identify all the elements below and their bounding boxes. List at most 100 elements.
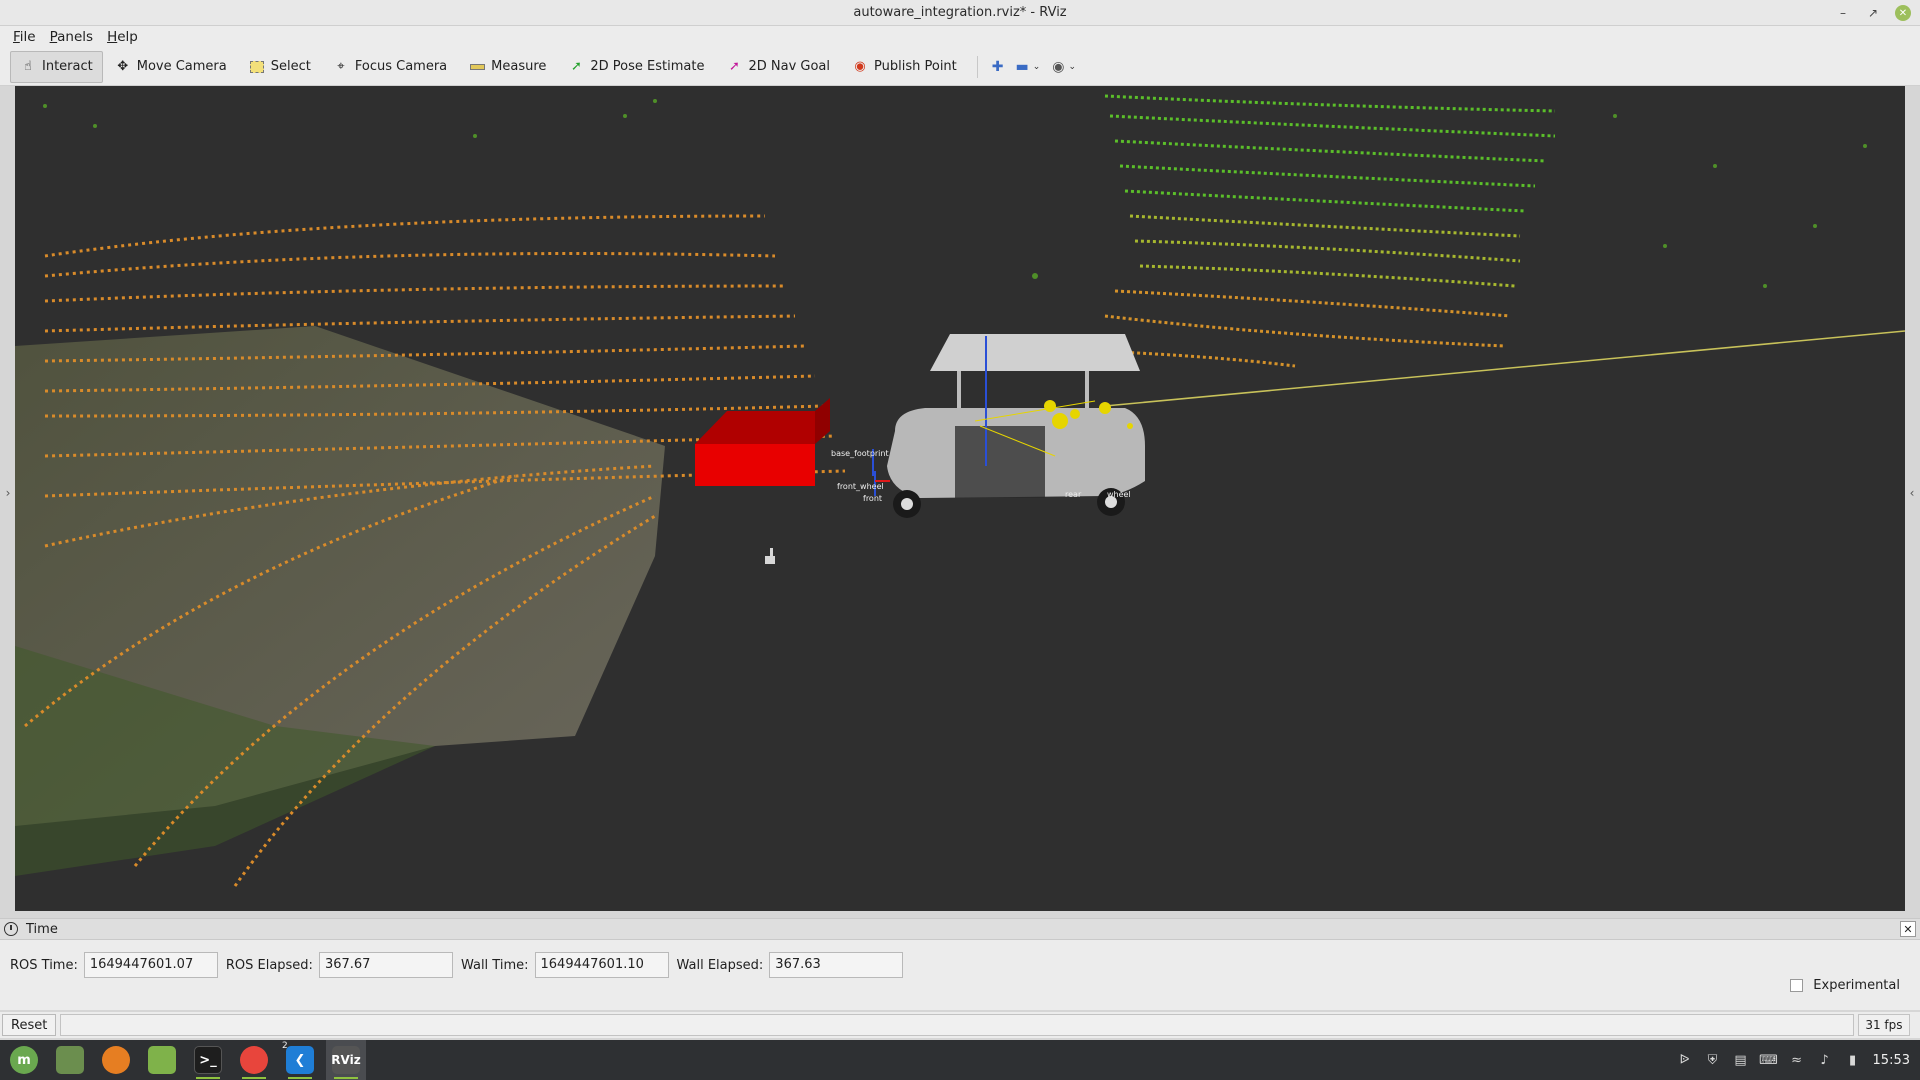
measure-tool[interactable]: Measure <box>459 51 556 83</box>
taskbar-clock[interactable]: 15:53 <box>1873 1053 1910 1068</box>
close-window-button[interactable]: ✕ <box>1890 0 1916 26</box>
interact-tool[interactable]: ☝ Interact <box>10 50 103 83</box>
window-count-badge: 2 <box>282 1041 288 1051</box>
plus-icon: ✚ <box>991 58 1004 75</box>
interact-label: Interact <box>42 59 93 74</box>
running-indicator <box>334 1077 358 1079</box>
time-fields: ROS Time: 1649447601.07 ROS Elapsed: 367… <box>0 940 1920 990</box>
running-indicator <box>196 1077 220 1079</box>
toolbar: ☝ Interact ✥ Move Camera Select ⌖ Focus … <box>0 48 1920 86</box>
render-panel: › ‹ base_footprint front_wheel front rea… <box>0 86 1920 912</box>
select-label: Select <box>270 59 311 74</box>
green-arrow-icon: ➚ <box>570 59 582 74</box>
wifi-icon[interactable]: ≈ <box>1789 1052 1805 1068</box>
tf-label-front-wheel: front_wheel <box>837 482 884 491</box>
tf-label-rear: rear <box>1065 490 1082 499</box>
toolbar-separator <box>976 55 978 78</box>
publish-point-label: Publish Point <box>874 59 957 74</box>
red-obstacle-box <box>695 398 830 486</box>
reset-button[interactable]: Reset <box>2 1014 57 1036</box>
magenta-arrow-icon: ➚ <box>729 59 740 74</box>
point-scatter <box>43 99 1867 288</box>
tf-label-base: base_footprint <box>831 449 889 458</box>
running-indicator <box>288 1077 312 1079</box>
rviz-taskbar-item[interactable]: RViz <box>326 1040 366 1080</box>
wall-time-field[interactable]: 1649447601.10 <box>534 952 669 978</box>
mint-logo-icon: m <box>10 1046 38 1074</box>
minimize-button[interactable]: – <box>1830 0 1856 26</box>
keyboard-icon[interactable]: ⌨ <box>1759 1052 1778 1068</box>
lidar-rings-right <box>1104 94 1556 213</box>
lidar-rings-right-low <box>1094 289 1511 368</box>
scene-svg <box>15 94 1905 887</box>
ros-time-label: ROS Time: <box>10 957 78 973</box>
lidar-rings-right-mid <box>1129 214 1521 288</box>
eye-icon: ◉ <box>1052 58 1065 75</box>
tf-label-front: front <box>863 494 883 503</box>
folder-icon <box>148 1046 176 1074</box>
terminal-launcher[interactable]: >_ <box>188 1040 228 1080</box>
ros-time-field[interactable]: 1649447601.07 <box>83 952 218 978</box>
experimental-label: Experimental <box>1813 978 1900 993</box>
clock-icon <box>4 922 18 936</box>
terminal-icon: >_ <box>194 1046 222 1074</box>
ros-elapsed-field[interactable]: 367.67 <box>318 952 453 978</box>
files-launcher[interactable] <box>142 1040 182 1080</box>
close-panel-button[interactable]: ✕ <box>1900 921 1916 937</box>
wall-elapsed-label: Wall Elapsed: <box>676 957 764 973</box>
move-camera-label: Move Camera <box>136 59 227 74</box>
rviz-icon: RViz <box>331 1046 361 1074</box>
minus-icon: ▬ <box>1015 58 1029 75</box>
focus-target-icon: ⌖ <box>337 59 345 74</box>
time-panel: Time ✕ ROS Time: 1649447601.07 ROS Elaps… <box>0 918 1920 1010</box>
ruler-icon <box>469 59 485 75</box>
clipboard-icon[interactable]: ▤ <box>1733 1052 1749 1068</box>
vscode-icon: ❮ <box>286 1046 314 1074</box>
menu-file[interactable]: File <box>6 29 43 45</box>
show-desktop-button[interactable] <box>50 1040 90 1080</box>
firefox-icon <box>102 1046 130 1074</box>
time-panel-header: Time ✕ <box>0 918 1920 940</box>
chrome-launcher[interactable] <box>234 1040 274 1080</box>
volume-icon[interactable]: ♪ <box>1817 1052 1833 1068</box>
focus-camera-tool[interactable]: ⌖ Focus Camera <box>323 51 457 83</box>
chevron-down-icon: ⌄ <box>1032 61 1041 72</box>
nav-goal-tool[interactable]: ➚ 2D Nav Goal <box>716 51 840 83</box>
add-tool-button[interactable]: ✚ <box>986 51 1010 83</box>
tf-label-wheel: wheel <box>1107 490 1131 499</box>
publish-point-tool[interactable]: ◉ Publish Point <box>842 51 967 83</box>
wall-elapsed-field[interactable]: 367.63 <box>769 952 904 978</box>
window-title: autoware_integration.rviz* - RViz <box>853 5 1067 20</box>
experimental-checkbox[interactable] <box>1790 979 1804 992</box>
experimental-toggle[interactable]: Experimental <box>1790 978 1900 993</box>
battery-icon[interactable]: ▮ <box>1845 1052 1861 1068</box>
system-tray: ᐉ ⛨ ▤ ⌨ ≈ ♪ ▮ 15:53 <box>1671 1040 1920 1080</box>
close-icon: ✕ <box>1903 922 1913 936</box>
measure-label: Measure <box>491 59 547 74</box>
select-tool[interactable]: Select <box>239 51 321 83</box>
start-menu-button[interactable]: m <box>4 1040 44 1080</box>
fps-readout: 31 fps <box>1858 1014 1910 1036</box>
small-marker <box>765 548 775 564</box>
menu-panels[interactable]: Panels <box>43 29 100 45</box>
view-tool-button[interactable]: ◉ ⌄ <box>1046 51 1082 83</box>
golf-cart-model <box>872 334 1145 518</box>
right-dock-toggle[interactable]: ‹ <box>1906 486 1918 500</box>
chrome-icon <box>240 1046 268 1074</box>
shield-icon[interactable]: ⛨ <box>1705 1052 1721 1068</box>
maximize-button[interactable]: ↗ <box>1860 0 1886 26</box>
3d-viewport[interactable]: base_footprint front_wheel front rear wh… <box>15 86 1905 911</box>
pose-estimate-label: 2D Pose Estimate <box>590 59 705 74</box>
ros-elapsed-label: ROS Elapsed: <box>225 957 313 973</box>
bluetooth-icon[interactable]: ᐉ <box>1677 1052 1693 1068</box>
path-line <box>1104 330 1905 407</box>
move-arrows-icon: ✥ <box>117 59 129 74</box>
remove-tool-button[interactable]: ▬ ⌄ <box>1010 51 1047 83</box>
pose-estimate-tool[interactable]: ➚ 2D Pose Estimate <box>558 51 714 83</box>
menu-help[interactable]: Help <box>100 29 145 45</box>
close-icon: ✕ <box>1895 5 1911 21</box>
vscode-launcher[interactable]: 2 ❮ <box>280 1040 320 1080</box>
firefox-launcher[interactable] <box>96 1040 136 1080</box>
move-camera-tool[interactable]: ✥ Move Camera <box>105 51 237 83</box>
left-dock-toggle[interactable]: › <box>2 486 14 500</box>
